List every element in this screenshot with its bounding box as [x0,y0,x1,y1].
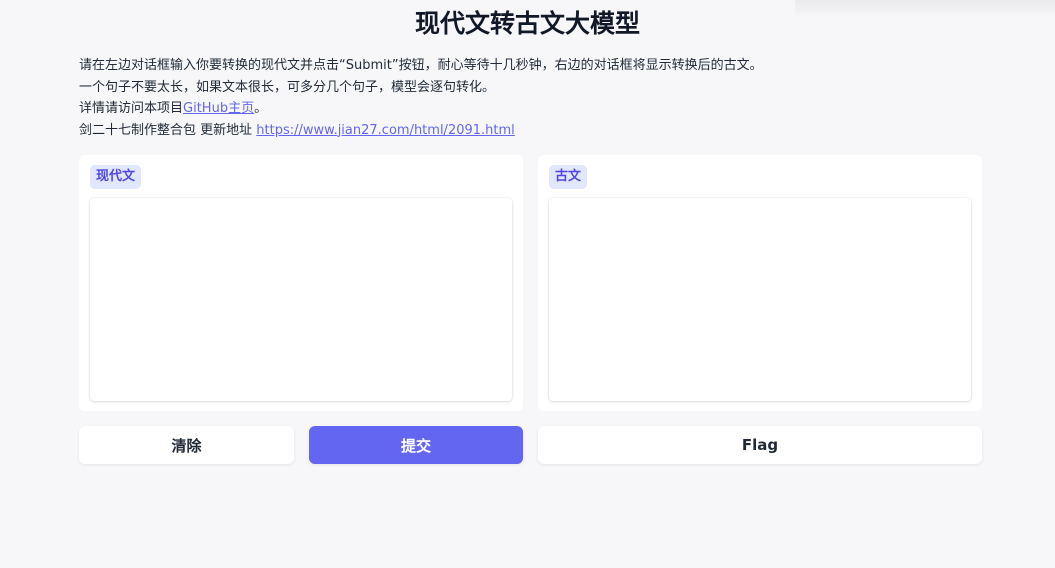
app-page: 现代文转古文大模型 请在左边对话框输入你要转换的现代文并点击“Submit”按钮… [0,0,1055,568]
description: 请在左边对话框输入你要转换的现代文并点击“Submit”按钮，耐心等待十几秒钟，… [79,55,979,141]
flag-button[interactable]: Flag [538,426,982,464]
clear-button[interactable]: 清除 [79,426,294,464]
input-label: 现代文 [90,165,142,189]
update-link[interactable]: https://www.jian27.com/html/2091.html [256,123,515,138]
description-line-3: 详情请访问本项目GitHub主页。 [79,98,979,120]
classical-text-output[interactable] [549,198,971,401]
output-panel: 古文 [538,155,982,411]
description-line-3-suffix: 。 [254,101,268,116]
output-label: 古文 [549,165,588,189]
modern-text-input[interactable] [90,198,512,401]
github-link[interactable]: GitHub主页 [183,101,254,116]
page-title: 现代文转古文大模型 [414,9,640,38]
description-line-2: 一个句子不要太长，如果文本很长，可多分几个句子，模型会逐句转化。 [79,79,496,95]
description-line-4: 剑二十七制作整合包 更新地址 https://www.jian27.com/ht… [79,120,979,142]
input-panel: 现代文 [79,155,523,411]
description-line-3-prefix: 详情请访问本项目 [79,101,184,116]
description-line-4-prefix: 剑二十七制作整合包 更新地址 [79,122,257,138]
submit-button[interactable]: 提交 [309,426,523,464]
description-line-1: 请在左边对话框输入你要转换的现代文并点击“Submit”按钮，耐心等待十几秒钟，… [79,58,763,73]
